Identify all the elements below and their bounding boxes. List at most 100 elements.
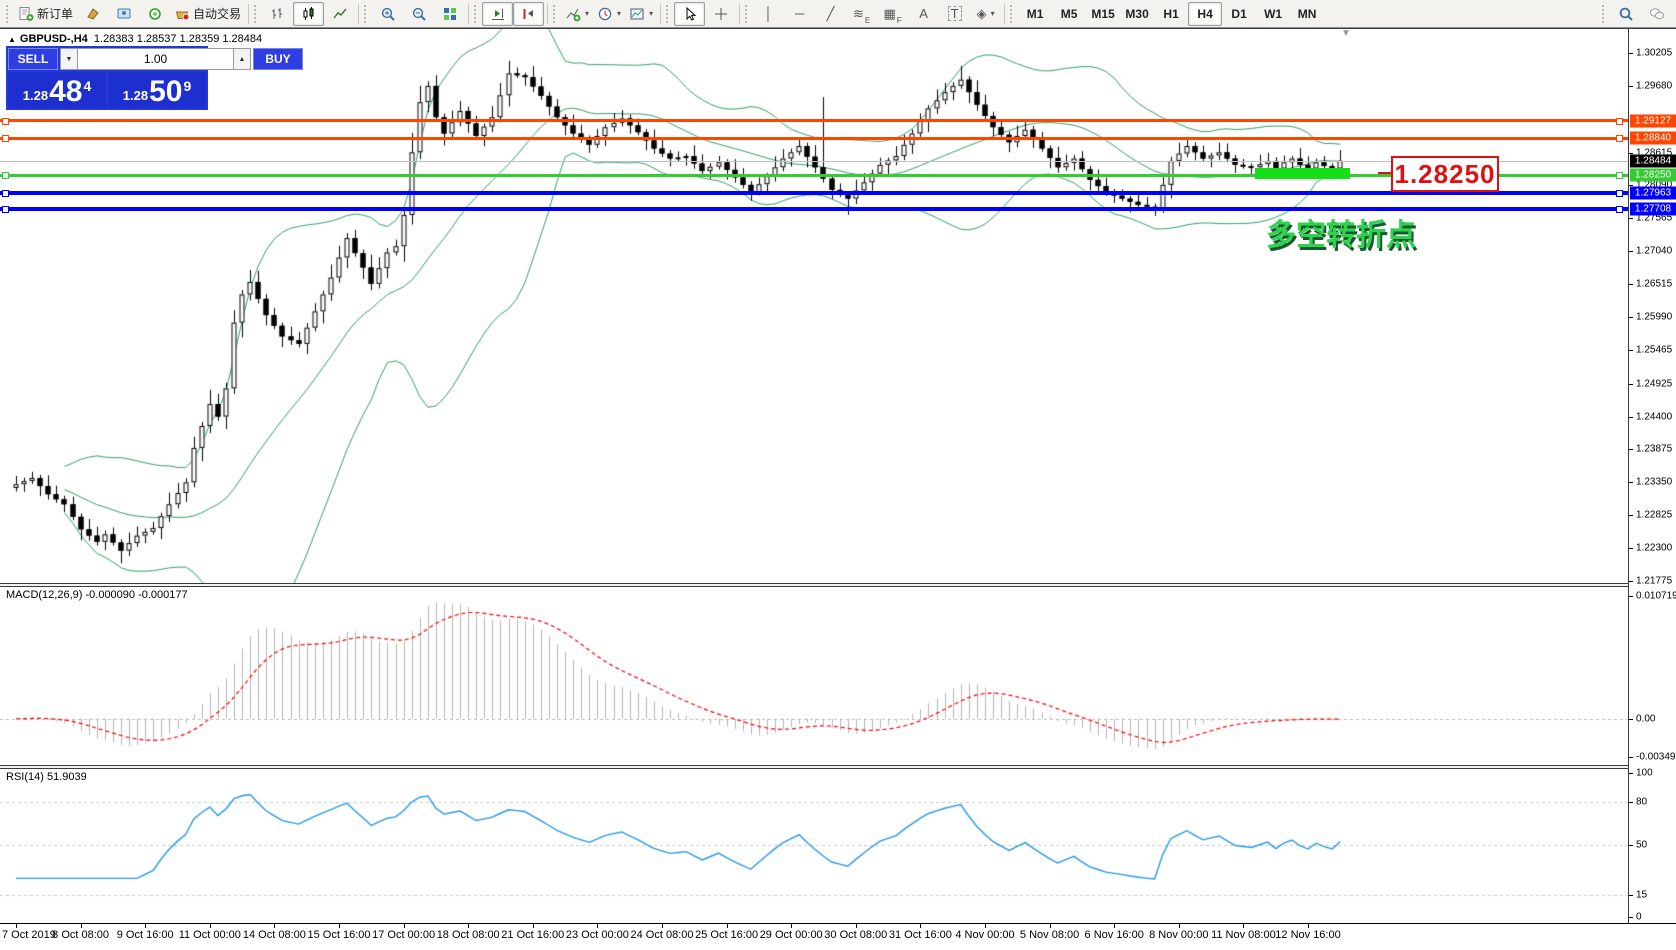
timeframe-h1-button[interactable]: H1 (1154, 2, 1188, 26)
macd-name: MACD(12,26,9) (6, 589, 83, 601)
macd-pane-divider[interactable] (0, 583, 1676, 587)
chevron-down-icon[interactable]: ▾ (617, 9, 621, 18)
timeframe-m30-button[interactable]: M30 (1120, 2, 1154, 26)
timeframe-m1-button[interactable]: M1 (1018, 2, 1052, 26)
toolbar-grip[interactable] (553, 4, 557, 23)
text-button[interactable]: A (908, 2, 939, 26)
time-axis-label: 18 Oct 08:00 (436, 929, 500, 941)
turning-point-annotation[interactable]: 多空转折点 (1266, 210, 1416, 254)
volume-up-button[interactable]: ▲ (233, 48, 251, 70)
volume-input[interactable] (78, 48, 233, 70)
resistance-line-2-right-handle[interactable] (1616, 135, 1623, 142)
chevron-down-icon[interactable]: ▾ (585, 9, 589, 18)
crosshair-button[interactable] (705, 2, 736, 26)
bar-low-value: 1.28359 (179, 33, 220, 45)
support-line-2-left-handle[interactable] (2, 206, 9, 213)
price-tick-mark (1629, 384, 1633, 385)
charts-icon (85, 6, 101, 22)
sell-price[interactable]: 1.28 48 4 (8, 72, 106, 108)
price-tick-mark (1629, 284, 1633, 285)
periods-button[interactable]: ▾ (593, 2, 625, 26)
rsi-pane-canvas[interactable] (0, 769, 1628, 923)
buy-button[interactable]: BUY (253, 48, 303, 70)
search-button[interactable] (1610, 2, 1641, 26)
volume-down-button[interactable]: ▼ (60, 48, 78, 70)
fibonacci-button[interactable]: ▦ F (877, 2, 908, 26)
support-line-1[interactable] (0, 191, 1628, 195)
zoom-out-button[interactable] (403, 2, 434, 26)
bar-chart-button[interactable] (262, 2, 293, 26)
resistance-line-2[interactable] (0, 137, 1628, 140)
price-tick-mark (1629, 251, 1633, 252)
timeframe-d1-button[interactable]: D1 (1222, 2, 1256, 26)
profiles-button[interactable] (108, 2, 139, 26)
price-tag-label[interactable]: 1.28250 (1391, 156, 1499, 192)
label-button[interactable]: T (939, 2, 970, 26)
toolbar-grip[interactable] (1010, 4, 1014, 23)
toolbar-grip[interactable] (745, 4, 749, 23)
vertical-line-button[interactable]: │ (753, 2, 784, 26)
price-chart-canvas[interactable] (0, 29, 1628, 583)
resistance-line-1-left-handle[interactable] (2, 118, 9, 125)
toolbar-grip[interactable] (666, 4, 670, 23)
arrows-button[interactable]: ◈ ▾ (970, 2, 1001, 26)
resistance-line-1-right-handle[interactable] (1616, 118, 1623, 125)
chart-shift-marker-icon[interactable]: ▼ (1341, 28, 1351, 39)
rsi-pane-divider[interactable] (0, 765, 1676, 769)
price-tick-label: 1.23350 (1636, 476, 1673, 488)
toolbar-grip[interactable] (254, 4, 258, 23)
toolbar-grip[interactable] (364, 4, 368, 23)
pivot-line-right-handle[interactable] (1616, 172, 1623, 179)
navigator-button[interactable] (139, 2, 170, 26)
toolbar-grip[interactable] (6, 4, 10, 23)
cursor-button[interactable] (674, 1, 706, 26)
autotrading-button[interactable]: 自动交易 (170, 2, 245, 26)
rsi-tick-mark (1629, 917, 1633, 918)
timeframe-mn-button[interactable]: MN (1290, 2, 1324, 26)
time-tick-mark (856, 924, 857, 928)
horizontal-line-button[interactable]: ─ (784, 2, 815, 26)
sell-button[interactable]: SELL (8, 48, 58, 70)
timeframe-m5-button[interactable]: M5 (1052, 2, 1086, 26)
timeframe-w1-button[interactable]: W1 (1256, 2, 1290, 26)
timeframe-m15-button[interactable]: M15 (1086, 2, 1120, 26)
zoom-in-button[interactable] (372, 2, 403, 26)
rsi-tick-mark (1629, 895, 1633, 896)
indicators-button[interactable]: ▾ (561, 2, 593, 26)
toolbar-grip[interactable] (1602, 4, 1606, 23)
chat-button[interactable] (1641, 2, 1672, 26)
pivot-highlight-box[interactable] (1255, 168, 1350, 179)
collapse-panel-icon[interactable]: ▲ (8, 35, 16, 44)
chart-shift-button[interactable] (513, 1, 545, 26)
zoom-in-icon (380, 6, 396, 22)
support-line-1-right-handle[interactable] (1616, 190, 1623, 197)
current-price-label: 1.28484 (1630, 154, 1676, 168)
auto-scroll-button[interactable] (482, 1, 514, 26)
timeframe-m15-label: M15 (1091, 6, 1115, 21)
time-tick-mark (1179, 924, 1180, 928)
new-order-button[interactable]: 新订单 (14, 2, 77, 26)
chevron-down-icon[interactable]: ▾ (991, 9, 995, 18)
chevron-down-icon[interactable]: ▾ (649, 9, 653, 18)
resistance-line-2-left-handle[interactable] (2, 135, 9, 142)
toolbar-grip[interactable] (474, 4, 478, 23)
time-axis-label: 8 Nov 00:00 (1149, 929, 1209, 941)
buy-price[interactable]: 1.28 50 9 (108, 72, 206, 108)
candlestick-button[interactable] (293, 1, 325, 26)
pivot-line[interactable] (0, 174, 1628, 177)
macd-pane-canvas[interactable] (0, 587, 1628, 765)
macd-tick-mark (1629, 757, 1633, 758)
resistance-line-1[interactable] (0, 119, 1628, 122)
support-line-2-right-handle[interactable] (1616, 206, 1623, 213)
line-chart-button[interactable] (324, 2, 355, 26)
charts-button[interactable] (77, 2, 108, 26)
pivot-line-left-handle[interactable] (2, 172, 9, 179)
support-line-1-left-handle[interactable] (2, 190, 9, 197)
equidistant-channel-button[interactable]: ≋ E (846, 2, 877, 26)
trendline-button[interactable]: ╱ (815, 2, 846, 26)
templates-button[interactable]: ▾ (625, 2, 657, 26)
timeframe-h4-button[interactable]: H4 (1188, 1, 1223, 26)
price-tick-label: 1.30205 (1636, 47, 1673, 59)
time-tick-mark (339, 924, 340, 928)
tile-windows-button[interactable] (434, 2, 465, 26)
